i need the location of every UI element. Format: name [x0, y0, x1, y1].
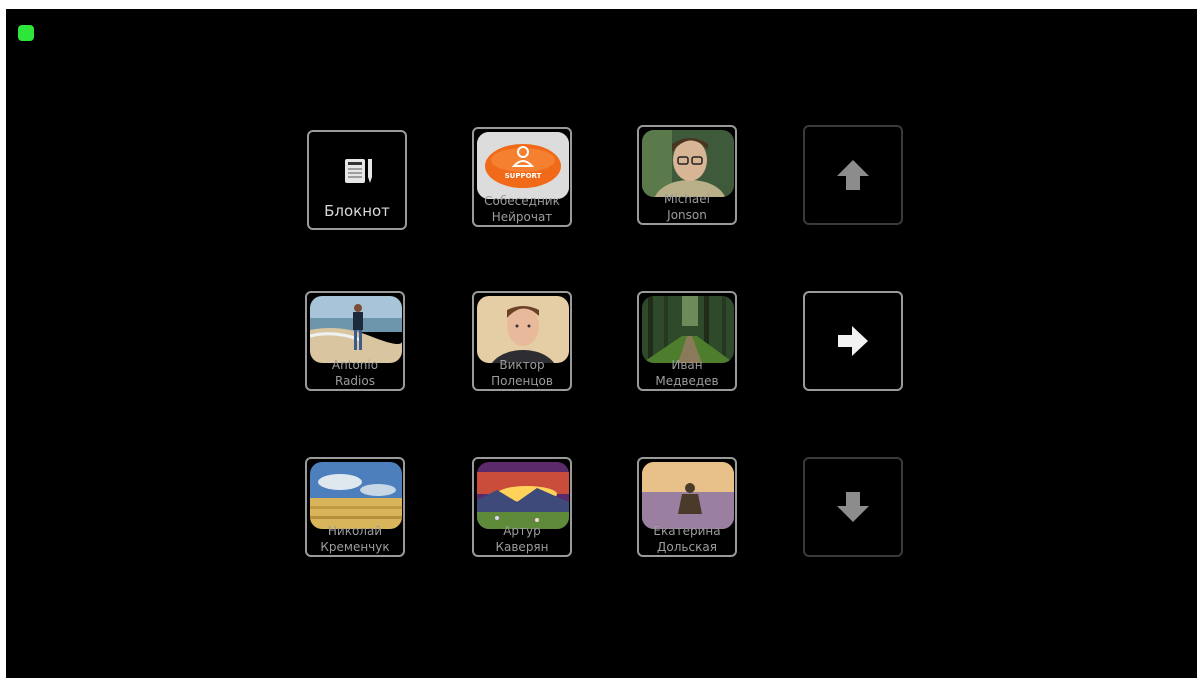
scroll-down-button[interactable] [803, 457, 903, 557]
contact-tile-support[interactable]: SUPPORT Собеседник Нейрочат [472, 127, 572, 227]
scroll-up-button[interactable] [803, 125, 903, 225]
artur-avatar [477, 462, 569, 529]
notebook-icon [345, 159, 372, 183]
ivan-avatar [642, 296, 734, 363]
contact-tile-viktor[interactable]: Виктор Поленцов [472, 291, 572, 391]
nikolai-avatar [310, 462, 402, 529]
contact-name: Екатерина Дольская [653, 524, 721, 554]
contact-name: Собеседник Нейрочат [484, 194, 560, 224]
antonio-avatar [310, 296, 402, 363]
contact-tile-antonio[interactable]: Antonio Radios [305, 291, 405, 391]
notebook-label: Блокнот [324, 202, 390, 220]
ekaterina-avatar [642, 462, 734, 529]
main-screen: Блокнот SUPPORT Собеседник Нейрочат Mich… [6, 9, 1197, 678]
contact-tile-nikolai[interactable]: Николай Кременчук [305, 457, 405, 557]
notebook-tile[interactable]: Блокнот [307, 130, 407, 230]
contact-tile-ekaterina[interactable]: Екатерина Дольская [637, 457, 737, 557]
support-badge-text: SUPPORT [505, 172, 542, 180]
contact-name: Michael Jonson [664, 192, 710, 222]
contact-tile-artur[interactable]: Артур Каверян [472, 457, 572, 557]
status-indicator [18, 25, 34, 41]
contact-tile-ivan[interactable]: Иван Медведев [637, 291, 737, 391]
support-avatar: SUPPORT [477, 132, 569, 199]
viktor-avatar [477, 296, 569, 363]
contact-name: Виктор Поленцов [491, 358, 553, 388]
contact-name: Иван Медведев [655, 358, 719, 388]
arrow-right-icon [838, 326, 868, 356]
contact-name: Antonio Radios [331, 358, 379, 388]
contact-name: Николай Кременчук [320, 524, 390, 554]
contact-name: Артур Каверян [495, 524, 549, 554]
arrow-up-icon [837, 160, 869, 190]
michael-avatar [642, 130, 734, 197]
next-page-button[interactable] [803, 291, 903, 391]
contact-tile-michael[interactable]: Michael Jonson [637, 125, 737, 225]
arrow-down-icon [837, 492, 869, 522]
